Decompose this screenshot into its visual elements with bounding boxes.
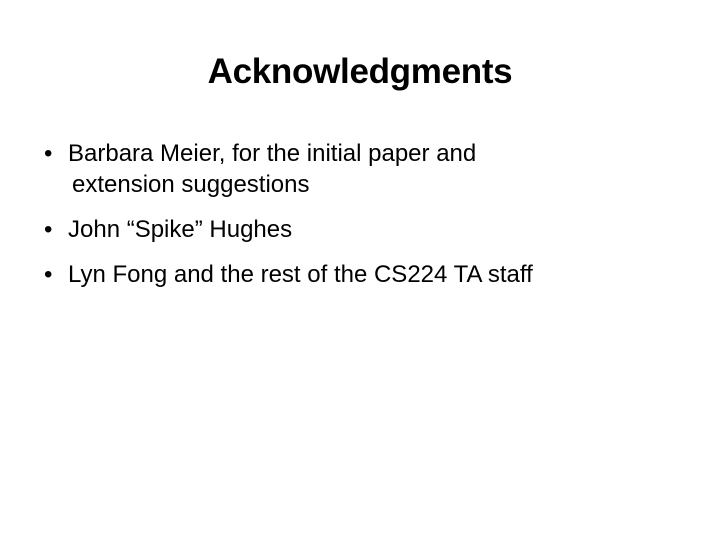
slide: Acknowledgments • Barbara Meier, for the… — [0, 0, 720, 540]
bullet-text-line: Barbara Meier, for the initial paper and — [68, 140, 477, 167]
list-item: • Barbara Meier, for the initial paper a… — [44, 138, 674, 200]
slide-title: Acknowledgments — [207, 52, 513, 91]
bullet-text-line: John “Spike” Hughes — [68, 216, 293, 243]
bullet-icon: • — [44, 140, 53, 167]
bullet-icon: • — [44, 216, 53, 243]
bullet-text-line: Lyn Fong and the rest of the CS224 TA st… — [68, 261, 533, 288]
bullet-list: • Barbara Meier, for the initial paper a… — [44, 138, 674, 304]
bullet-icon: • — [44, 261, 53, 288]
list-item: • John “Spike” Hughes — [44, 214, 674, 245]
list-item: • Lyn Fong and the rest of the CS224 TA … — [44, 259, 674, 290]
bullet-text-line: extension suggestions — [72, 171, 310, 198]
